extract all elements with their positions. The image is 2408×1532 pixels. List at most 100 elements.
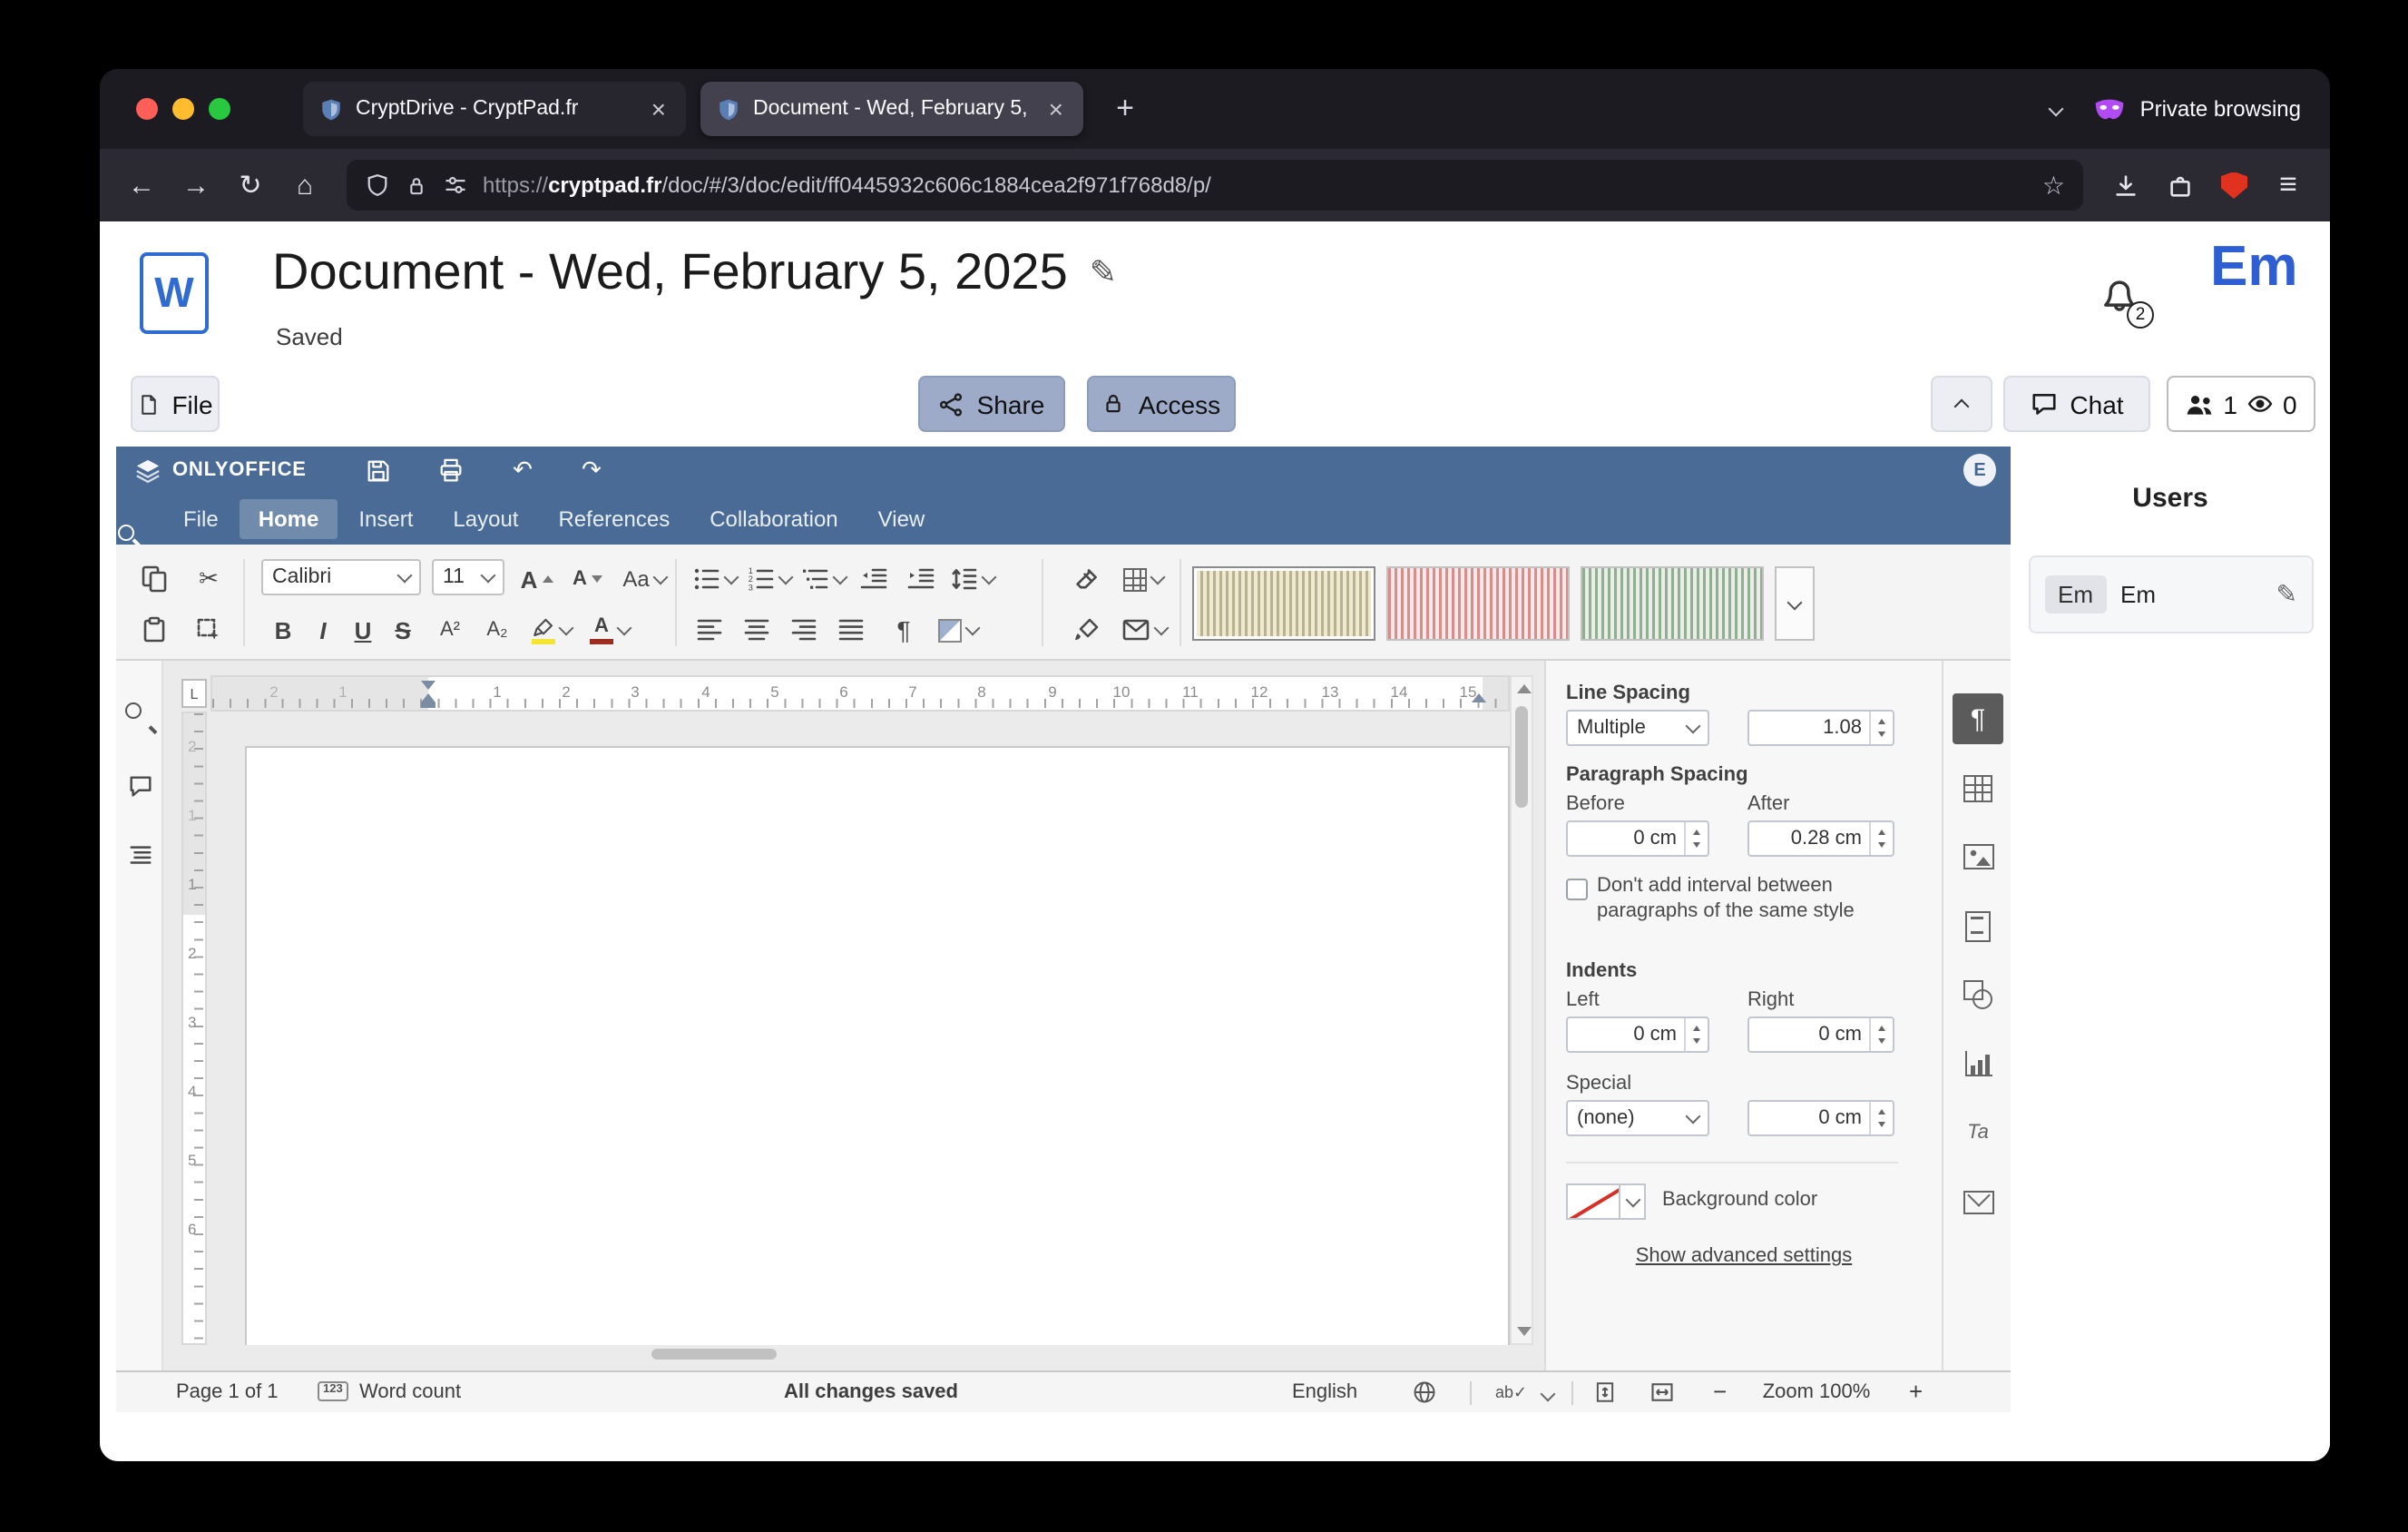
connection-lock-icon[interactable] — [405, 173, 428, 197]
forward-button[interactable]: → — [169, 160, 223, 211]
editor-menu-tab[interactable]: Layout — [435, 499, 536, 539]
horizontal-scrollbar[interactable] — [207, 1347, 1510, 1363]
decrease-font-button[interactable]: A — [566, 559, 610, 599]
back-button[interactable]: ← — [114, 160, 169, 211]
mailmerge-icon[interactable] — [1953, 1176, 2003, 1227]
tracking-protection-shield-icon[interactable] — [365, 172, 390, 198]
permissions-sliders-icon[interactable] — [443, 172, 468, 198]
image-settings-icon[interactable] — [1953, 831, 2003, 882]
url-text[interactable]: https://cryptpad.fr/doc/#/3/doc/edit/ff0… — [483, 172, 2028, 198]
italic-button[interactable]: I — [305, 610, 341, 650]
editor-menu-tab[interactable]: File — [165, 499, 237, 539]
page-indicator[interactable]: Page 1 of 1 — [176, 1381, 279, 1403]
style-swatch-3[interactable] — [1581, 566, 1764, 641]
collapse-toolbar-button[interactable] — [1931, 376, 1992, 432]
scroll-up-arrow[interactable] — [1517, 684, 1532, 693]
bullets-button[interactable] — [690, 559, 737, 599]
align-left-button[interactable] — [690, 610, 729, 650]
nonprinting-characters-button[interactable]: ¶ — [886, 610, 922, 650]
navigation-headings-icon[interactable] — [123, 839, 156, 871]
editor-menu-tab[interactable]: Home — [240, 499, 338, 539]
redo-button[interactable]: ↷ — [572, 450, 612, 490]
indent-left-input[interactable]: 0 cm — [1566, 1016, 1709, 1053]
bold-button[interactable]: B — [265, 610, 301, 650]
hanging-indent-marker[interactable] — [421, 693, 436, 702]
extensions-puzzle-icon[interactable] — [2152, 160, 2207, 211]
language-selector[interactable]: English — [1292, 1381, 1357, 1403]
zoom-in-button[interactable]: + — [1909, 1378, 1923, 1405]
document-page[interactable] — [245, 746, 1510, 1345]
scroll-down-arrow[interactable] — [1517, 1327, 1532, 1336]
first-line-indent-marker[interactable] — [421, 681, 436, 690]
chart-settings-icon[interactable] — [1953, 1038, 2003, 1089]
clear-style-button[interactable] — [1067, 559, 1107, 599]
participants-button[interactable]: 1 0 — [2167, 376, 2315, 432]
line-spacing-select[interactable]: Multiple — [1566, 710, 1709, 746]
spinner-arrows[interactable] — [1869, 712, 1893, 744]
indent-right-input[interactable]: 0 cm — [1747, 1016, 1894, 1053]
style-swatch-normal[interactable] — [1192, 566, 1375, 641]
horizontal-scroll-thumb[interactable] — [651, 1349, 777, 1360]
left-indent-marker[interactable] — [421, 702, 436, 708]
paste-button[interactable] — [134, 610, 174, 650]
interval-checkbox[interactable] — [1566, 879, 1588, 900]
horizontal-ruler[interactable]: 2 1 1 2 3 4 5 6 — [210, 675, 1510, 712]
background-color-dropdown[interactable] — [1620, 1183, 1646, 1220]
spinner-arrows[interactable] — [1684, 822, 1708, 855]
comments-icon[interactable] — [123, 770, 156, 802]
spinner-arrows[interactable] — [1684, 1018, 1708, 1051]
mail-merge-button[interactable] — [1118, 610, 1169, 650]
shading-button[interactable] — [933, 610, 984, 650]
document-canvas[interactable] — [165, 712, 1510, 1345]
rename-pencil-icon[interactable]: ✎ — [1090, 253, 1117, 291]
special-amount-input[interactable]: 0 cm — [1747, 1100, 1894, 1136]
editor-menu-tab[interactable]: Collaboration — [691, 499, 856, 539]
zoom-level[interactable]: Zoom 100% — [1757, 1381, 1876, 1403]
copy-button[interactable] — [134, 559, 174, 599]
chat-button[interactable]: Chat — [2003, 376, 2150, 432]
right-indent-marker[interactable] — [1472, 693, 1486, 702]
align-center-button[interactable] — [737, 610, 777, 650]
editor-search-icon[interactable] — [116, 522, 140, 545]
fit-page-button[interactable] — [1593, 1380, 1617, 1405]
home-button[interactable]: ⌂ — [278, 160, 332, 211]
app-menu-hamburger-icon[interactable]: ≡ — [2261, 160, 2315, 211]
spinner-arrows[interactable] — [1869, 1018, 1893, 1051]
spacing-after-input[interactable]: 0.28 cm — [1747, 820, 1894, 857]
url-bar[interactable]: https://cryptpad.fr/doc/#/3/doc/edit/ff0… — [347, 160, 2083, 211]
superscript-button[interactable]: A² — [428, 610, 472, 650]
downloads-button[interactable] — [2098, 160, 2152, 211]
user-list-item[interactable]: Em Em ✎ — [2029, 555, 2314, 633]
paragraph-settings-icon[interactable] — [1953, 693, 2003, 744]
file-button[interactable]: File — [131, 376, 220, 432]
cut-scissors-icon[interactable]: ✂ — [189, 559, 229, 599]
edit-user-pencil-icon[interactable]: ✎ — [2276, 579, 2297, 610]
copy-style-button[interactable] — [1067, 610, 1107, 650]
zoom-out-button[interactable]: − — [1713, 1378, 1727, 1405]
reload-button[interactable]: ↻ — [223, 160, 278, 211]
line-spacing-button[interactable] — [947, 559, 994, 599]
paragraph-color-button[interactable] — [1118, 559, 1169, 599]
tab-overflow-chevron-icon[interactable] — [2049, 102, 2064, 117]
access-button[interactable]: Access — [1087, 376, 1236, 432]
change-case-button[interactable]: Aa — [617, 559, 671, 599]
user-avatar[interactable]: Em — [2210, 234, 2298, 300]
background-color-swatch[interactable] — [1566, 1183, 1620, 1220]
fit-width-button[interactable] — [1649, 1380, 1675, 1405]
word-count-label[interactable]: Word count — [359, 1381, 461, 1403]
table-settings-icon[interactable] — [1953, 762, 2003, 813]
new-tab-button[interactable]: + — [1101, 85, 1149, 133]
align-justify-button[interactable] — [831, 610, 871, 650]
editor-user-avatar[interactable]: E — [1963, 454, 1996, 486]
font-name-select[interactable]: Calibri — [261, 559, 421, 595]
window-zoom-button[interactable] — [209, 98, 230, 120]
increase-font-button[interactable]: A — [515, 559, 559, 599]
bookmark-star-icon[interactable]: ☆ — [2042, 170, 2065, 201]
word-count-icon[interactable]: 123 — [318, 1381, 348, 1400]
spinner-arrows[interactable] — [1869, 822, 1893, 855]
style-swatch-2[interactable] — [1386, 566, 1570, 641]
tab-close-icon[interactable]: × — [648, 94, 670, 123]
window-minimize-button[interactable] — [172, 98, 194, 120]
select-all-button[interactable] — [189, 610, 229, 650]
style-gallery-expand-button[interactable] — [1775, 566, 1815, 641]
